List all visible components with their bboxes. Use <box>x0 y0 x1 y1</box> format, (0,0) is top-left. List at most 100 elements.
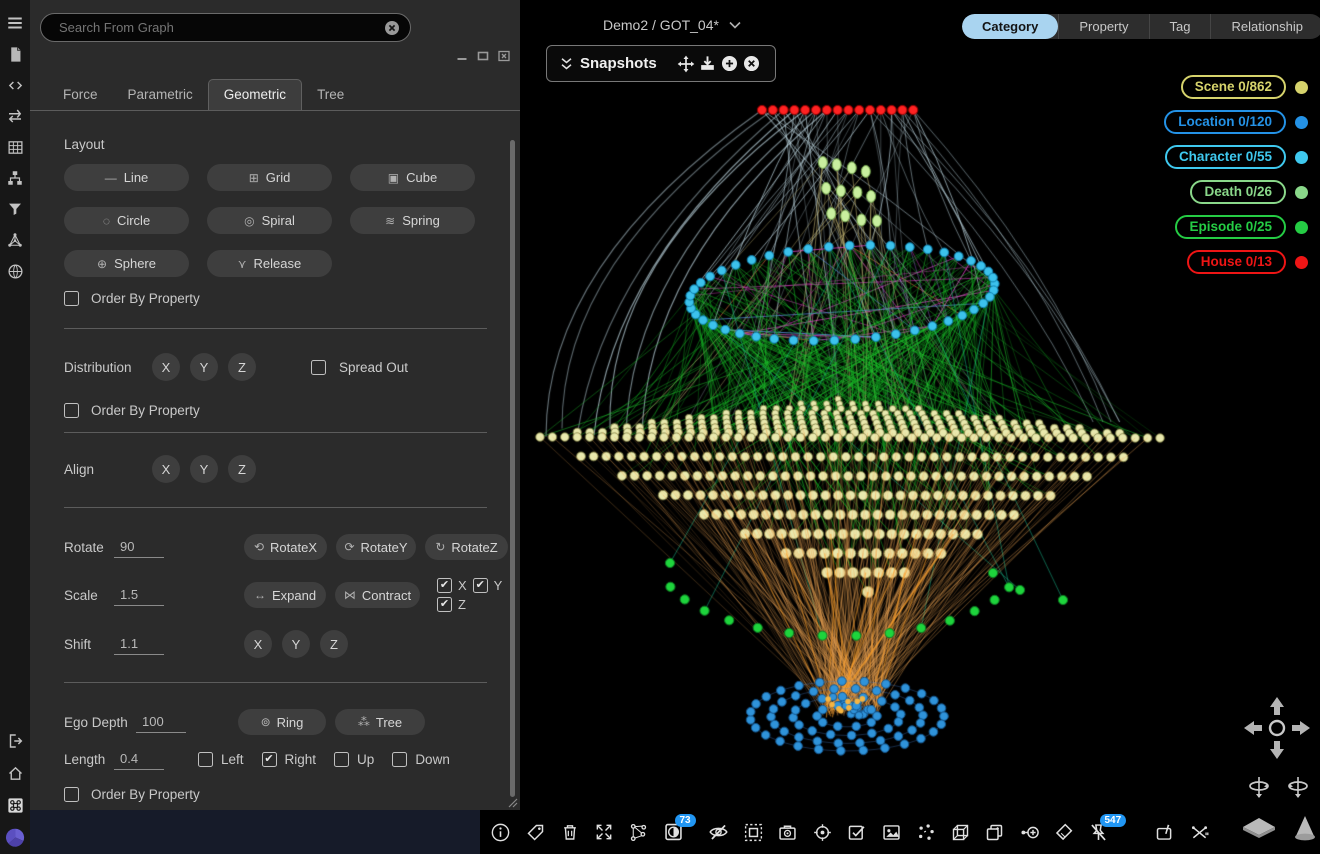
scale-y-checkbox[interactable] <box>473 578 488 593</box>
down-checkbox[interactable] <box>392 752 407 767</box>
menu-icon[interactable] <box>4 12 26 34</box>
expand-button[interactable]: ↔Expand <box>244 582 326 608</box>
up-checkbox[interactable] <box>334 752 349 767</box>
cube-layout-button[interactable]: ▣Cube <box>350 164 475 191</box>
align-z-button[interactable]: Z <box>228 455 256 483</box>
character-badge[interactable]: Character 0/55 <box>1165 145 1286 169</box>
image-icon[interactable] <box>881 822 902 843</box>
tab-force[interactable]: Force <box>48 80 113 110</box>
ring-button[interactable]: ⊚Ring <box>238 709 326 735</box>
expand-icon[interactable] <box>594 822 615 843</box>
grid-layout-button[interactable]: ⊞Grid <box>207 164 332 191</box>
tab-property[interactable]: Property <box>1058 14 1148 39</box>
tag-icon[interactable] <box>525 822 546 843</box>
locate-icon[interactable] <box>812 822 833 843</box>
sphere-layout-button[interactable]: ⊕Sphere <box>64 250 189 277</box>
order-by-property-checkbox[interactable] <box>64 787 79 802</box>
house-badge[interactable]: House 0/13 <box>1187 250 1286 274</box>
release-layout-button[interactable]: ⋎Release <box>207 250 332 277</box>
table-icon[interactable] <box>4 136 26 158</box>
length-value-input[interactable]: 0.4 <box>114 749 164 770</box>
swap-arrows-icon[interactable] <box>4 105 26 127</box>
add-relation-icon[interactable] <box>1019 822 1040 843</box>
duplicate-icon[interactable] <box>984 822 1005 843</box>
distribution-y-button[interactable]: Y <box>190 353 218 381</box>
tab-parametric[interactable]: Parametric <box>113 80 208 110</box>
info-icon[interactable] <box>490 822 511 843</box>
minimize-icon[interactable] <box>456 50 468 62</box>
globe-icon[interactable] <box>4 260 26 282</box>
project-selector[interactable]: Demo2 / GOT_04* <box>603 17 741 33</box>
select-area-icon[interactable] <box>743 822 764 843</box>
shift-x-button[interactable]: X <box>244 630 272 658</box>
split-edges-icon[interactable] <box>1189 822 1210 843</box>
tab-tree[interactable]: Tree <box>302 80 359 110</box>
tab-tag[interactable]: Tag <box>1149 14 1211 39</box>
shift-value-input[interactable]: 1.1 <box>114 634 164 655</box>
close-icon[interactable] <box>498 50 510 62</box>
ego-depth-value-input[interactable]: 100 <box>136 712 186 733</box>
shift-y-button[interactable]: Y <box>282 630 310 658</box>
command-icon[interactable] <box>4 794 26 816</box>
delete-icon[interactable] <box>559 822 580 843</box>
scale-z-checkbox[interactable] <box>437 597 452 612</box>
orbit-right-icon[interactable] <box>1285 774 1311 800</box>
search-clear-icon[interactable] <box>384 20 400 36</box>
close-icon[interactable] <box>741 54 763 73</box>
add-icon[interactable] <box>719 54 741 73</box>
tab-geometric[interactable]: Geometric <box>208 79 302 110</box>
panel-resize-grip[interactable] <box>508 798 518 808</box>
tree-button[interactable]: ⁂Tree <box>335 709 425 735</box>
file-icon[interactable] <box>4 43 26 65</box>
spiral-layout-button[interactable]: ◎Spiral <box>207 207 332 234</box>
disperse-icon[interactable] <box>915 822 936 843</box>
order-by-property-checkbox[interactable] <box>64 291 79 306</box>
death-badge[interactable]: Death 0/26 <box>1190 180 1286 204</box>
scale-value-input[interactable]: 1.5 <box>114 585 164 606</box>
rotate-value-input[interactable]: 90 <box>114 537 164 558</box>
left-checkbox[interactable] <box>198 752 213 767</box>
filter-icon[interactable] <box>4 198 26 220</box>
rotate-z-button[interactable]: ↻RotateZ <box>425 534 508 560</box>
distribution-x-button[interactable]: X <box>152 353 180 381</box>
spread-out-checkbox[interactable] <box>311 360 326 375</box>
sitemap-icon[interactable] <box>4 167 26 189</box>
align-y-button[interactable]: Y <box>190 455 218 483</box>
circle-layout-button[interactable]: ◌Circle <box>64 207 189 234</box>
network-icon[interactable] <box>628 822 649 843</box>
pan-control-pad[interactable] <box>1231 690 1320 766</box>
hide-icon[interactable] <box>708 822 729 843</box>
logout-icon[interactable] <box>4 730 26 752</box>
search-input[interactable] <box>57 19 384 36</box>
shift-z-button[interactable]: Z <box>320 630 348 658</box>
distribution-z-button[interactable]: Z <box>228 353 256 381</box>
brush-icon[interactable] <box>1053 822 1074 843</box>
camera-icon[interactable] <box>777 822 798 843</box>
scale-x-checkbox[interactable] <box>437 578 452 593</box>
annotate-icon[interactable] <box>1154 822 1175 843</box>
tab-category[interactable]: Category <box>962 14 1058 39</box>
home-icon[interactable] <box>4 762 26 784</box>
rotate-x-button[interactable]: ⟲RotateX <box>244 534 327 560</box>
collapse-icon[interactable] <box>559 56 574 72</box>
triangle-network-icon[interactable] <box>4 229 26 251</box>
line-layout-button[interactable]: ―Line <box>64 164 189 191</box>
right-checkbox[interactable] <box>262 752 277 767</box>
order-by-property-checkbox[interactable] <box>64 403 79 418</box>
view-cone-controls[interactable] <box>1240 812 1320 846</box>
contract-button[interactable]: ⋈Contract <box>335 582 420 608</box>
bounding-box-icon[interactable] <box>950 822 971 843</box>
app-logo[interactable] <box>4 826 26 848</box>
move-icon[interactable] <box>675 54 697 74</box>
scene-badge[interactable]: Scene 0/862 <box>1181 75 1286 99</box>
unpin-icon[interactable]: 547 <box>1088 822 1109 843</box>
tab-relationship[interactable]: Relationship <box>1210 14 1320 39</box>
panel-scrollbar[interactable] <box>510 140 515 797</box>
rotate-y-button[interactable]: ⟳RotateY <box>336 534 416 560</box>
multi-select-icon[interactable] <box>846 822 867 843</box>
maximize-icon[interactable] <box>477 50 489 62</box>
appearance-icon[interactable]: 73 <box>663 822 684 843</box>
save-icon[interactable] <box>697 54 719 73</box>
code-icon[interactable] <box>4 74 26 96</box>
align-x-button[interactable]: X <box>152 455 180 483</box>
